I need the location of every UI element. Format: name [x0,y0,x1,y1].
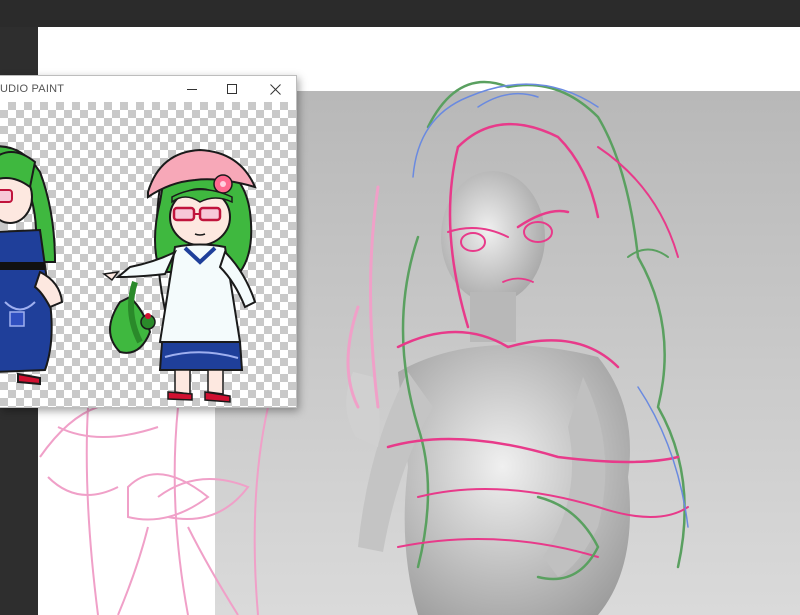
top-menu-bar [0,0,800,27]
minimize-button[interactable] [172,76,212,102]
maximize-button[interactable] [212,76,252,102]
window-title: UDIO PAINT [0,83,65,95]
minimize-icon [187,89,197,90]
chibi-characters-illustration [0,145,257,403]
chibi-character-right [102,148,257,403]
close-button[interactable] [255,76,295,102]
close-icon [269,83,281,95]
preview-canvas [0,102,296,407]
chibi-character-left [0,145,64,386]
sub-view-window[interactable]: UDIO PAINT [0,75,297,408]
window-titlebar[interactable]: UDIO PAINT [0,76,296,102]
maximize-icon [227,84,237,94]
